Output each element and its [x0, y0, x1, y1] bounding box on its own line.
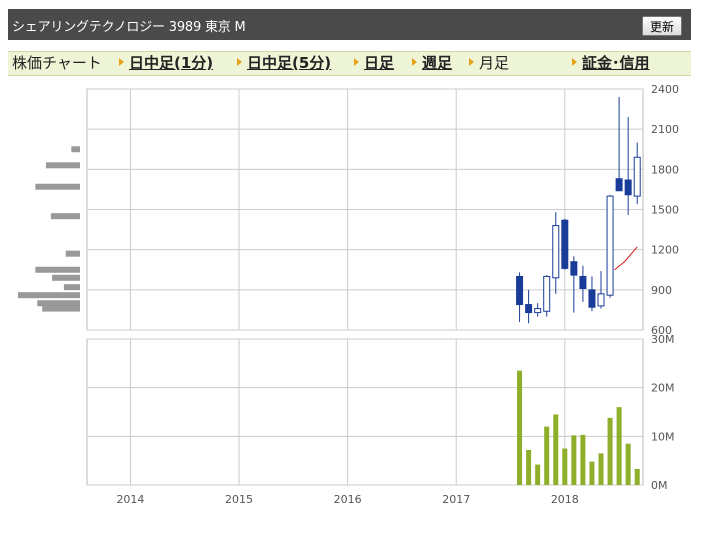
volume-y-tick-label: 10M [651, 430, 675, 443]
price-y-tick-label: 900 [651, 284, 672, 297]
volume-profile-bar [52, 274, 80, 281]
candle-body [534, 308, 542, 314]
volume-bar [526, 449, 532, 485]
price-y-tick-label: 2400 [651, 83, 679, 96]
x-tick-label: 2017 [442, 493, 470, 506]
volume-profile-bar [45, 162, 80, 169]
volume-profile-bar [37, 300, 80, 307]
volume-y-tick-label: 0M [651, 479, 668, 492]
volume-profile-bar [35, 183, 80, 190]
volume-bar [562, 448, 568, 485]
candle-body [516, 275, 524, 306]
candle-body [597, 293, 605, 307]
volume-bar [535, 464, 541, 485]
price-y-tick-label: 1200 [651, 244, 679, 257]
x-tick-label: 2015 [225, 493, 253, 506]
volume-bar [571, 435, 577, 485]
x-tick-label: 2014 [116, 493, 144, 506]
volume-bar [553, 414, 559, 485]
candle-body [579, 275, 587, 289]
volume-y-tick-label: 30M [651, 333, 675, 346]
volume-profile-bar [65, 250, 80, 257]
volume-bar [634, 468, 640, 485]
volume-profile-bar [50, 213, 80, 220]
candle-body [588, 289, 596, 308]
volume-profile-bar [18, 292, 80, 299]
x-tick-label: 2016 [334, 493, 362, 506]
volume-bar [625, 443, 631, 485]
candle-body [624, 179, 632, 196]
price-y-tick-label: 1800 [651, 163, 679, 176]
candle-body [525, 304, 533, 314]
candle-body [633, 156, 641, 197]
volume-profile-bar [63, 284, 80, 291]
price-y-tick-label: 2100 [651, 123, 679, 136]
volume-profile-bar [42, 305, 80, 312]
volume-bar [589, 461, 595, 485]
volume-bar [517, 370, 523, 485]
volume-profile-bar [35, 266, 80, 273]
volume-bar [544, 426, 550, 485]
candle-body [606, 195, 614, 296]
volume-panel [86, 338, 644, 486]
volume-y-tick-label: 20M [651, 382, 675, 395]
volume-bar [580, 434, 586, 485]
volume-bar [616, 407, 622, 485]
candle-body [561, 219, 569, 269]
x-tick-label: 2018 [551, 493, 579, 506]
candle-body [552, 225, 560, 279]
volume-profile-bar [71, 146, 80, 153]
stock-chart: 2014 2015 2016 2017 2018 2400 2100 1800 1500 1200… [18, 83, 679, 506]
candle-body [570, 261, 578, 276]
volume-bar [598, 453, 604, 485]
volume-bar [607, 417, 613, 485]
price-y-tick-label: 1500 [651, 204, 679, 217]
candle-body [615, 178, 623, 192]
candle-body [543, 275, 551, 312]
